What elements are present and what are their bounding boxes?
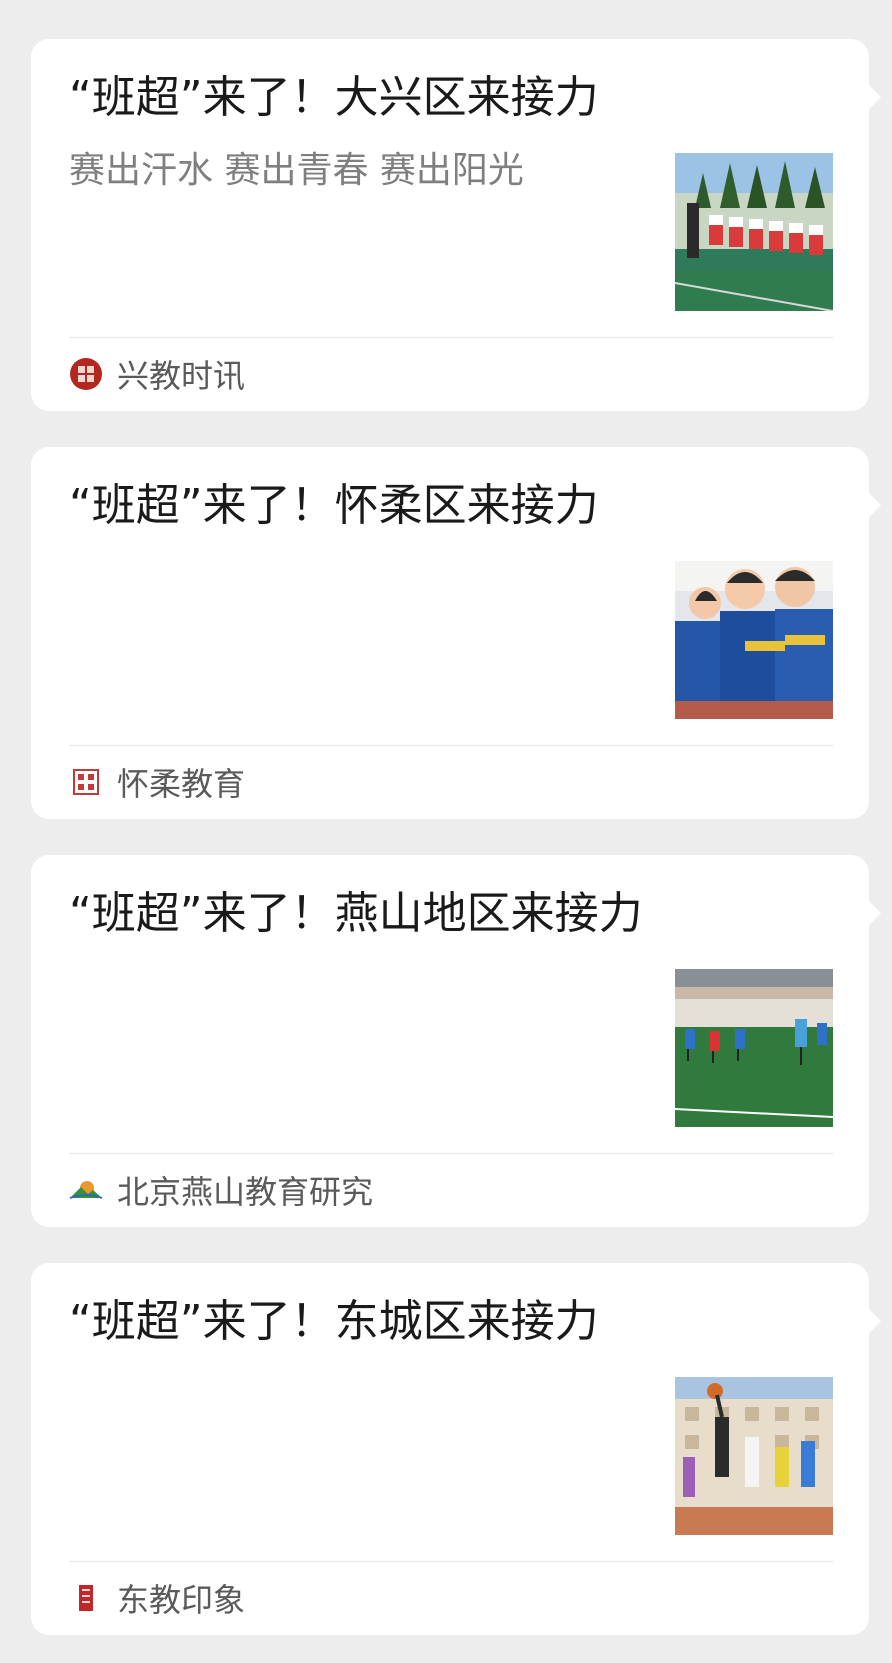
square-seal-logo-icon: [69, 765, 103, 799]
article-card[interactable]: “班超”来了！大兴区来接力 赛出汗水 赛出青春 赛出阳光 兴教时讯: [31, 39, 881, 411]
red-tag-logo-icon: [69, 1581, 103, 1615]
card-divider: [69, 745, 833, 746]
card-divider: [69, 1561, 833, 1562]
source-name: 怀柔教育: [117, 765, 246, 803]
article-card[interactable]: “班超”来了！燕山地区来接力 北京燕山教育研究: [31, 855, 881, 1227]
article-card[interactable]: “班超”来了！怀柔区来接力 怀柔教育: [31, 447, 881, 819]
article-thumbnail: [675, 153, 833, 311]
mountain-sun-logo-icon: [69, 1173, 103, 1207]
source-name: 东教印象: [117, 1581, 246, 1619]
article-title: “班超”来了！燕山地区来接力: [69, 888, 643, 939]
source-row[interactable]: 兴教时讯: [69, 351, 245, 397]
red-seal-logo-icon: [69, 357, 103, 391]
article-title: “班超”来了！怀柔区来接力: [69, 480, 599, 531]
card-divider: [69, 337, 833, 338]
source-name: 兴教时讯: [117, 357, 246, 395]
article-subtitle: 赛出汗水 赛出青春 赛出阳光: [69, 150, 524, 191]
article-card[interactable]: “班超”来了！东城区来接力 东教印象: [31, 1263, 881, 1635]
source-name: 北京燕山教育研究: [117, 1173, 374, 1211]
article-title: “班超”来了！东城区来接力: [69, 1296, 599, 1347]
article-title: “班超”来了！大兴区来接力: [69, 72, 599, 123]
card-divider: [69, 1153, 833, 1154]
source-row[interactable]: 东教印象: [69, 1575, 245, 1621]
article-thumbnail: [675, 969, 833, 1127]
source-row[interactable]: 北京燕山教育研究: [69, 1167, 373, 1213]
source-row[interactable]: 怀柔教育: [69, 759, 245, 805]
article-thumbnail: [675, 1377, 833, 1535]
article-thumbnail: [675, 561, 833, 719]
